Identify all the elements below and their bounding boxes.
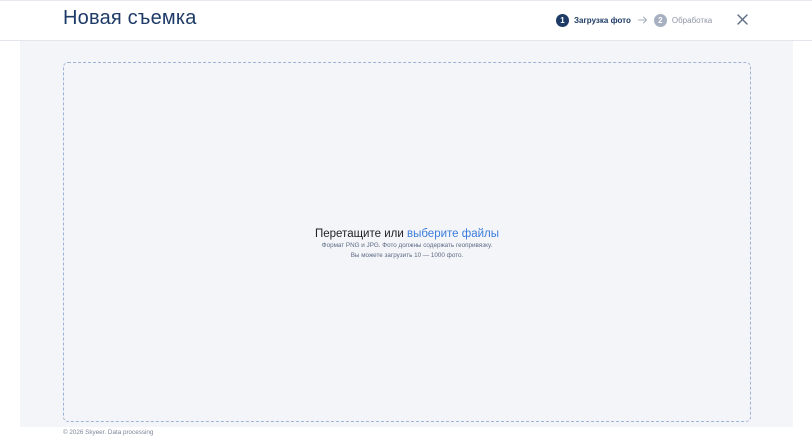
dropzone-hint-format: Формат PNG и JPG. Фото должны содержать … [321,242,493,249]
step-2-label: Обработка [671,15,713,25]
select-files-link[interactable]: выберите файлы [407,228,499,240]
page-title: Новая съемка [63,7,197,29]
dropzone-content: Перетащите или выберите файлы Формат PNG… [64,228,750,259]
step-2-number: 2 [653,13,667,27]
step-1-label: Загрузка фото [574,15,631,25]
stepper: 1 Загрузка фото 2 Обработка [556,13,712,27]
dropzone-title: Перетащите или выберите файлы [64,228,750,240]
footer-copyright: © 2026 Skyeer. Data processing [63,429,154,436]
main-area: Перетащите или выберите файлы Формат PNG… [20,41,793,427]
dropzone-title-prefix: Перетащите или [314,228,404,240]
arrow-right-icon [637,16,647,24]
dropzone-hint-limit: Вы можете загрузить 10 — 1000 фото. [350,251,464,259]
step-1-number: 1 [556,13,569,27]
header: Новая съемка 1 Загрузка фото 2 Обработка [0,0,812,41]
page: Новая съемка 1 Загрузка фото 2 Обработка… [0,0,812,440]
file-dropzone[interactable]: Перетащите или выберите файлы Формат PNG… [63,62,751,422]
close-icon [737,14,748,25]
top-border [0,0,812,1]
close-button[interactable] [736,13,749,26]
